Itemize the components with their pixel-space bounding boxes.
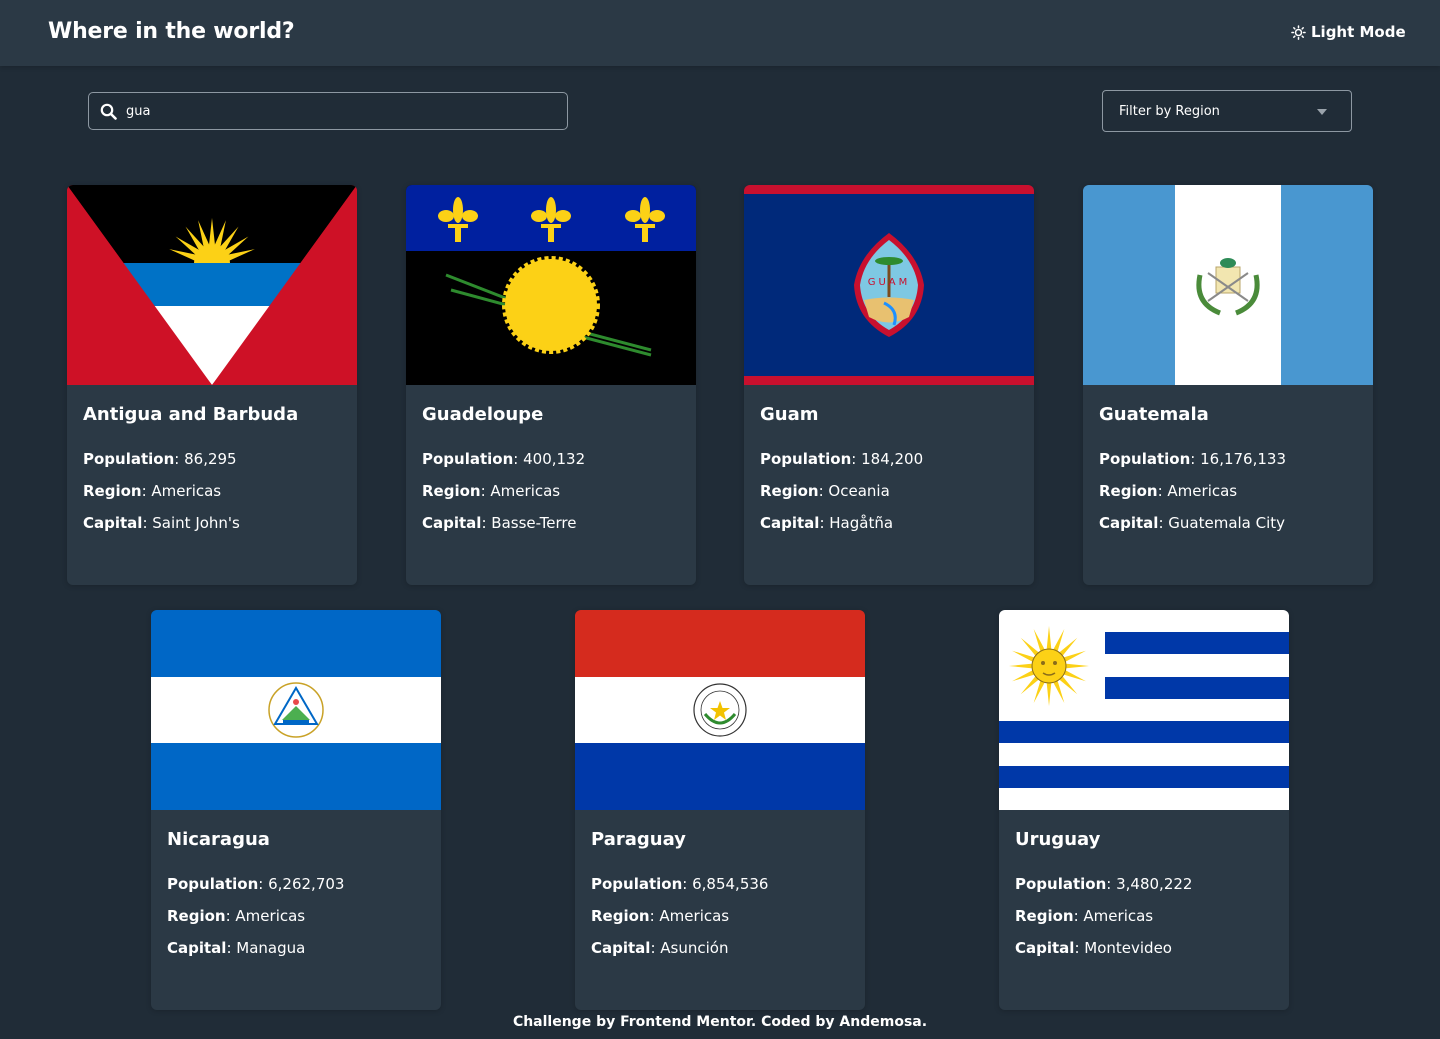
population-stat: Population: 16,176,133 <box>1099 450 1286 468</box>
theme-toggle-label: Light Mode <box>1311 23 1406 41</box>
capital-stat: Capital: Managua <box>167 939 306 957</box>
svg-text:GUAM: GUAM <box>868 277 911 288</box>
caret-down-icon <box>1317 109 1327 115</box>
app-title: Where in the world? <box>48 19 295 44</box>
country-card-nicaragua[interactable]: Nicaragua Population: 6,262,703 Region: … <box>151 610 441 1010</box>
flag-paraguay <box>575 610 865 810</box>
country-name: Nicaragua <box>167 829 270 850</box>
country-name: Antigua and Barbuda <box>83 404 299 425</box>
search-icon <box>100 103 117 120</box>
country-name: Guam <box>760 404 819 425</box>
region-stat: Region: Americas <box>167 907 306 925</box>
country-name: Uruguay <box>1015 829 1101 850</box>
capital-stat: Capital: Hagåtña <box>760 514 894 532</box>
region-stat: Region: Americas <box>422 482 561 500</box>
population-stat: Population: 6,854,536 <box>591 875 769 893</box>
population-stat: Population: 184,200 <box>760 450 924 468</box>
capital-stat: Capital: Saint John's <box>83 514 240 532</box>
search-input[interactable] <box>126 93 567 129</box>
region-filter-dropdown[interactable]: Filter by Region <box>1102 90 1352 132</box>
country-card-uruguay[interactable]: Uruguay Population: 3,480,222 Region: Am… <box>999 610 1289 1010</box>
country-card-guam[interactable]: GUAM Guam Population: 184,200 Region: Oc… <box>744 185 1034 585</box>
capital-stat: Capital: Asunción <box>591 939 729 957</box>
country-name: Paraguay <box>591 829 686 850</box>
region-stat: Region: Americas <box>1015 907 1154 925</box>
population-stat: Population: 400,132 <box>422 450 586 468</box>
country-card-guatemala[interactable]: Guatemala Population: 16,176,133 Region:… <box>1083 185 1373 585</box>
flag-guam: GUAM <box>744 185 1034 385</box>
country-name: Guadeloupe <box>422 404 544 425</box>
region-stat: Region: Americas <box>1099 482 1238 500</box>
region-stat: Region: Americas <box>83 482 222 500</box>
search-box[interactable] <box>88 92 568 130</box>
country-name: Guatemala <box>1099 404 1209 425</box>
country-card-paraguay[interactable]: Paraguay Population: 6,854,536 Region: A… <box>575 610 865 1010</box>
flag-guadeloupe <box>406 185 696 385</box>
flag-uruguay <box>999 610 1289 810</box>
attribution-footer: Challenge by Frontend Mentor. Coded by A… <box>512 1014 928 1030</box>
flag-guatemala <box>1083 185 1373 385</box>
population-stat: Population: 3,480,222 <box>1015 875 1193 893</box>
region-stat: Region: Oceania <box>760 482 890 500</box>
capital-stat: Capital: Basse-Terre <box>422 514 577 532</box>
population-stat: Population: 6,262,703 <box>167 875 345 893</box>
top-bar: Where in the world? Light Mode <box>0 0 1440 66</box>
capital-stat: Capital: Guatemala City <box>1099 514 1286 532</box>
capital-stat: Capital: Montevideo <box>1015 939 1172 957</box>
country-card-antigua-and-barbuda[interactable]: Antigua and Barbuda Population: 86,295 R… <box>67 185 357 585</box>
region-filter-label: Filter by Region <box>1119 103 1220 119</box>
population-stat: Population: 86,295 <box>83 450 237 468</box>
theme-toggle-button[interactable]: Light Mode <box>1291 23 1406 41</box>
country-card-guadeloupe[interactable]: Guadeloupe Population: 400,132 Region: A… <box>406 185 696 585</box>
flag-nicaragua <box>151 610 441 810</box>
region-stat: Region: Americas <box>591 907 730 925</box>
flag-antigua-and-barbuda <box>67 185 357 385</box>
sun-icon <box>1291 24 1306 40</box>
